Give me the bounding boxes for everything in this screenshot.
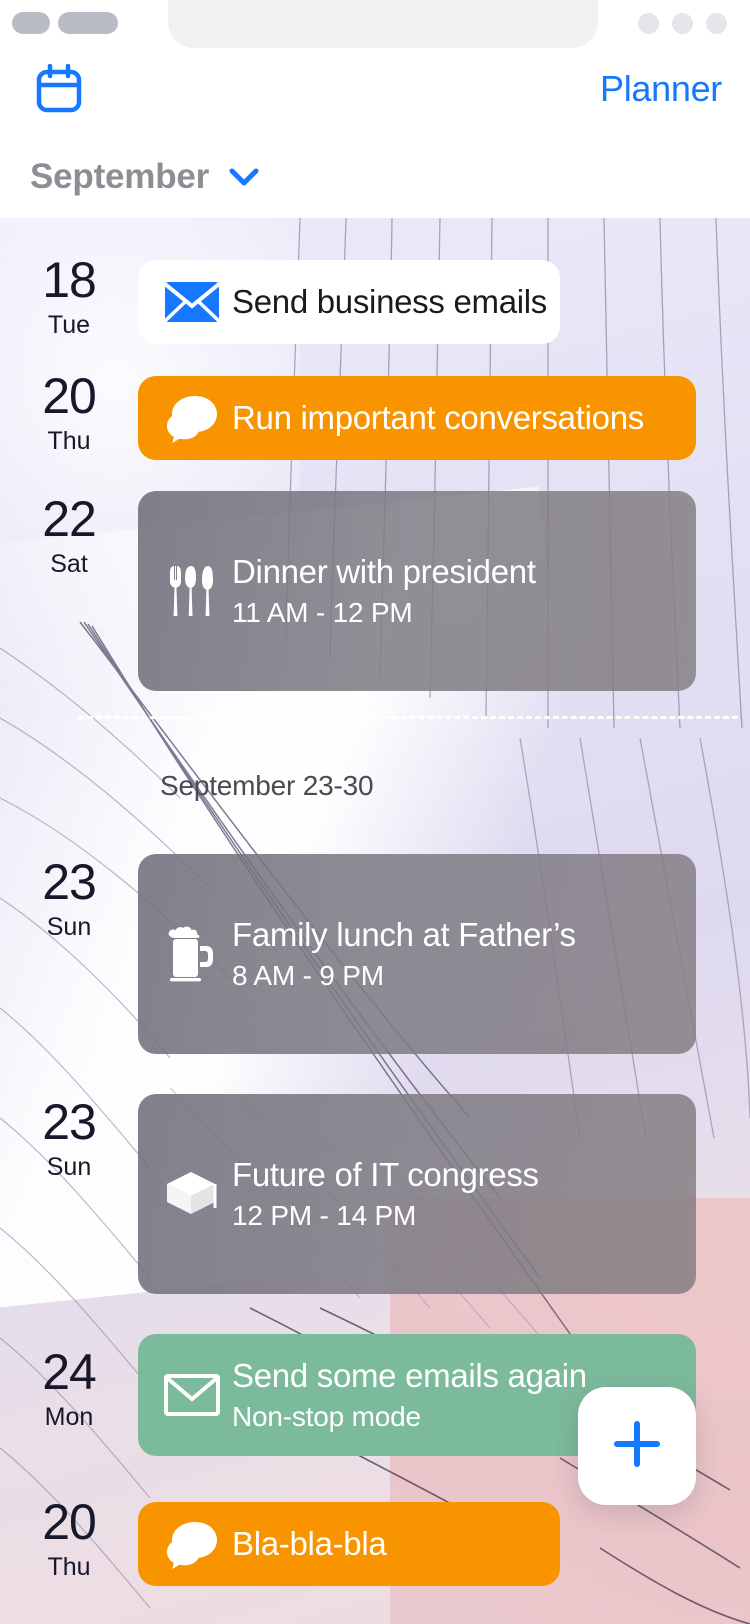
event-card[interactable]: Bla-bla-bla (138, 1502, 560, 1586)
agenda-date-day: 24 (42, 1344, 97, 1400)
status-pill-small-icon (12, 12, 50, 34)
event-text: Run important conversations (232, 399, 644, 437)
event-card[interactable]: Run important conversations (138, 376, 696, 460)
status-dot-2-icon (672, 13, 693, 34)
agenda-date-day: 23 (42, 1094, 97, 1150)
agenda-date: 22 Sat (0, 493, 138, 581)
section-label: September 23-30 (160, 770, 374, 801)
graduation-cap-icon (162, 1168, 222, 1220)
envelope-icon (162, 1373, 222, 1417)
agenda-date-dow: Sun (46, 1153, 92, 1181)
envelope-icon (162, 280, 222, 324)
event-title: Family lunch at Father’s (232, 916, 576, 953)
agenda-date-day: 20 (42, 368, 97, 424)
agenda-date: 23 Sun (0, 856, 138, 944)
event-text: Send business emails (232, 283, 547, 321)
status-dot-3-icon (706, 13, 727, 34)
agenda-date-dow: Mon (44, 1403, 94, 1431)
status-pill-wide-icon (58, 12, 118, 34)
month-label: September (30, 157, 210, 196)
agenda-date-dow: Tue (47, 311, 91, 339)
agenda-date-dow: Sun (46, 913, 92, 941)
agenda-date-dow: Thu (47, 1553, 91, 1581)
event-card[interactable]: Dinner with president 11 AM - 12 PM (138, 491, 696, 691)
agenda-date: 20 Thu (0, 370, 138, 458)
event-text: Bla-bla-bla (232, 1525, 387, 1563)
agenda-date: 24 Mon (0, 1346, 138, 1434)
agenda-date-day: 22 (42, 491, 97, 547)
beer-mug-icon (162, 926, 222, 982)
event-title: Run important conversations (232, 399, 644, 436)
agenda-date: 18 Tue (0, 254, 138, 342)
event-card[interactable]: Future of IT congress 12 PM - 14 PM (138, 1094, 696, 1294)
event-card[interactable]: Family lunch at Father’s 8 AM - 9 PM (138, 854, 696, 1054)
event-text: Dinner with president 11 AM - 12 PM (232, 553, 536, 629)
chat-bubbles-icon (162, 1519, 222, 1569)
add-event-button[interactable] (578, 1387, 696, 1505)
event-text: Future of IT congress 12 PM - 14 PM (232, 1156, 539, 1232)
status-dot-1-icon (638, 13, 659, 34)
event-title: Send some emails again (232, 1357, 587, 1394)
nav-bar: Planner (0, 48, 750, 136)
month-selector[interactable]: September (0, 136, 750, 218)
event-subtitle: 8 AM - 9 PM (232, 960, 384, 991)
event-card[interactable]: Send business emails (138, 260, 560, 344)
chevron-down-icon[interactable] (229, 168, 259, 186)
agenda-date: 23 Sun (0, 1096, 138, 1184)
agenda-date-day: 20 (42, 1494, 97, 1550)
event-subtitle: 11 AM - 12 PM (232, 597, 413, 628)
event-text: Family lunch at Father’s 8 AM - 9 PM (232, 916, 576, 992)
event-title: Dinner with president (232, 553, 536, 590)
agenda-date-dow: Thu (47, 427, 91, 455)
page-title: Planner (600, 68, 722, 109)
status-notch (168, 0, 598, 48)
event-title: Bla-bla-bla (232, 1525, 387, 1562)
plus-icon (610, 1417, 664, 1476)
event-text: Send some emails again Non-stop mode (232, 1357, 587, 1433)
event-subtitle: Non-stop mode (232, 1401, 421, 1432)
agenda-date-day: 23 (42, 854, 97, 910)
cutlery-icon (162, 564, 222, 618)
event-title: Future of IT congress (232, 1156, 539, 1193)
event-title: Send business emails (232, 283, 548, 320)
calendar-icon[interactable] (36, 63, 82, 114)
agenda-date: 20 Thu (0, 1496, 138, 1584)
status-bar (0, 0, 750, 48)
section-divider (78, 716, 738, 719)
chat-bubbles-icon (162, 393, 222, 443)
agenda-date-dow: Sat (50, 550, 88, 578)
event-subtitle: 12 PM - 14 PM (232, 1200, 417, 1231)
agenda-date-day: 18 (42, 252, 97, 308)
